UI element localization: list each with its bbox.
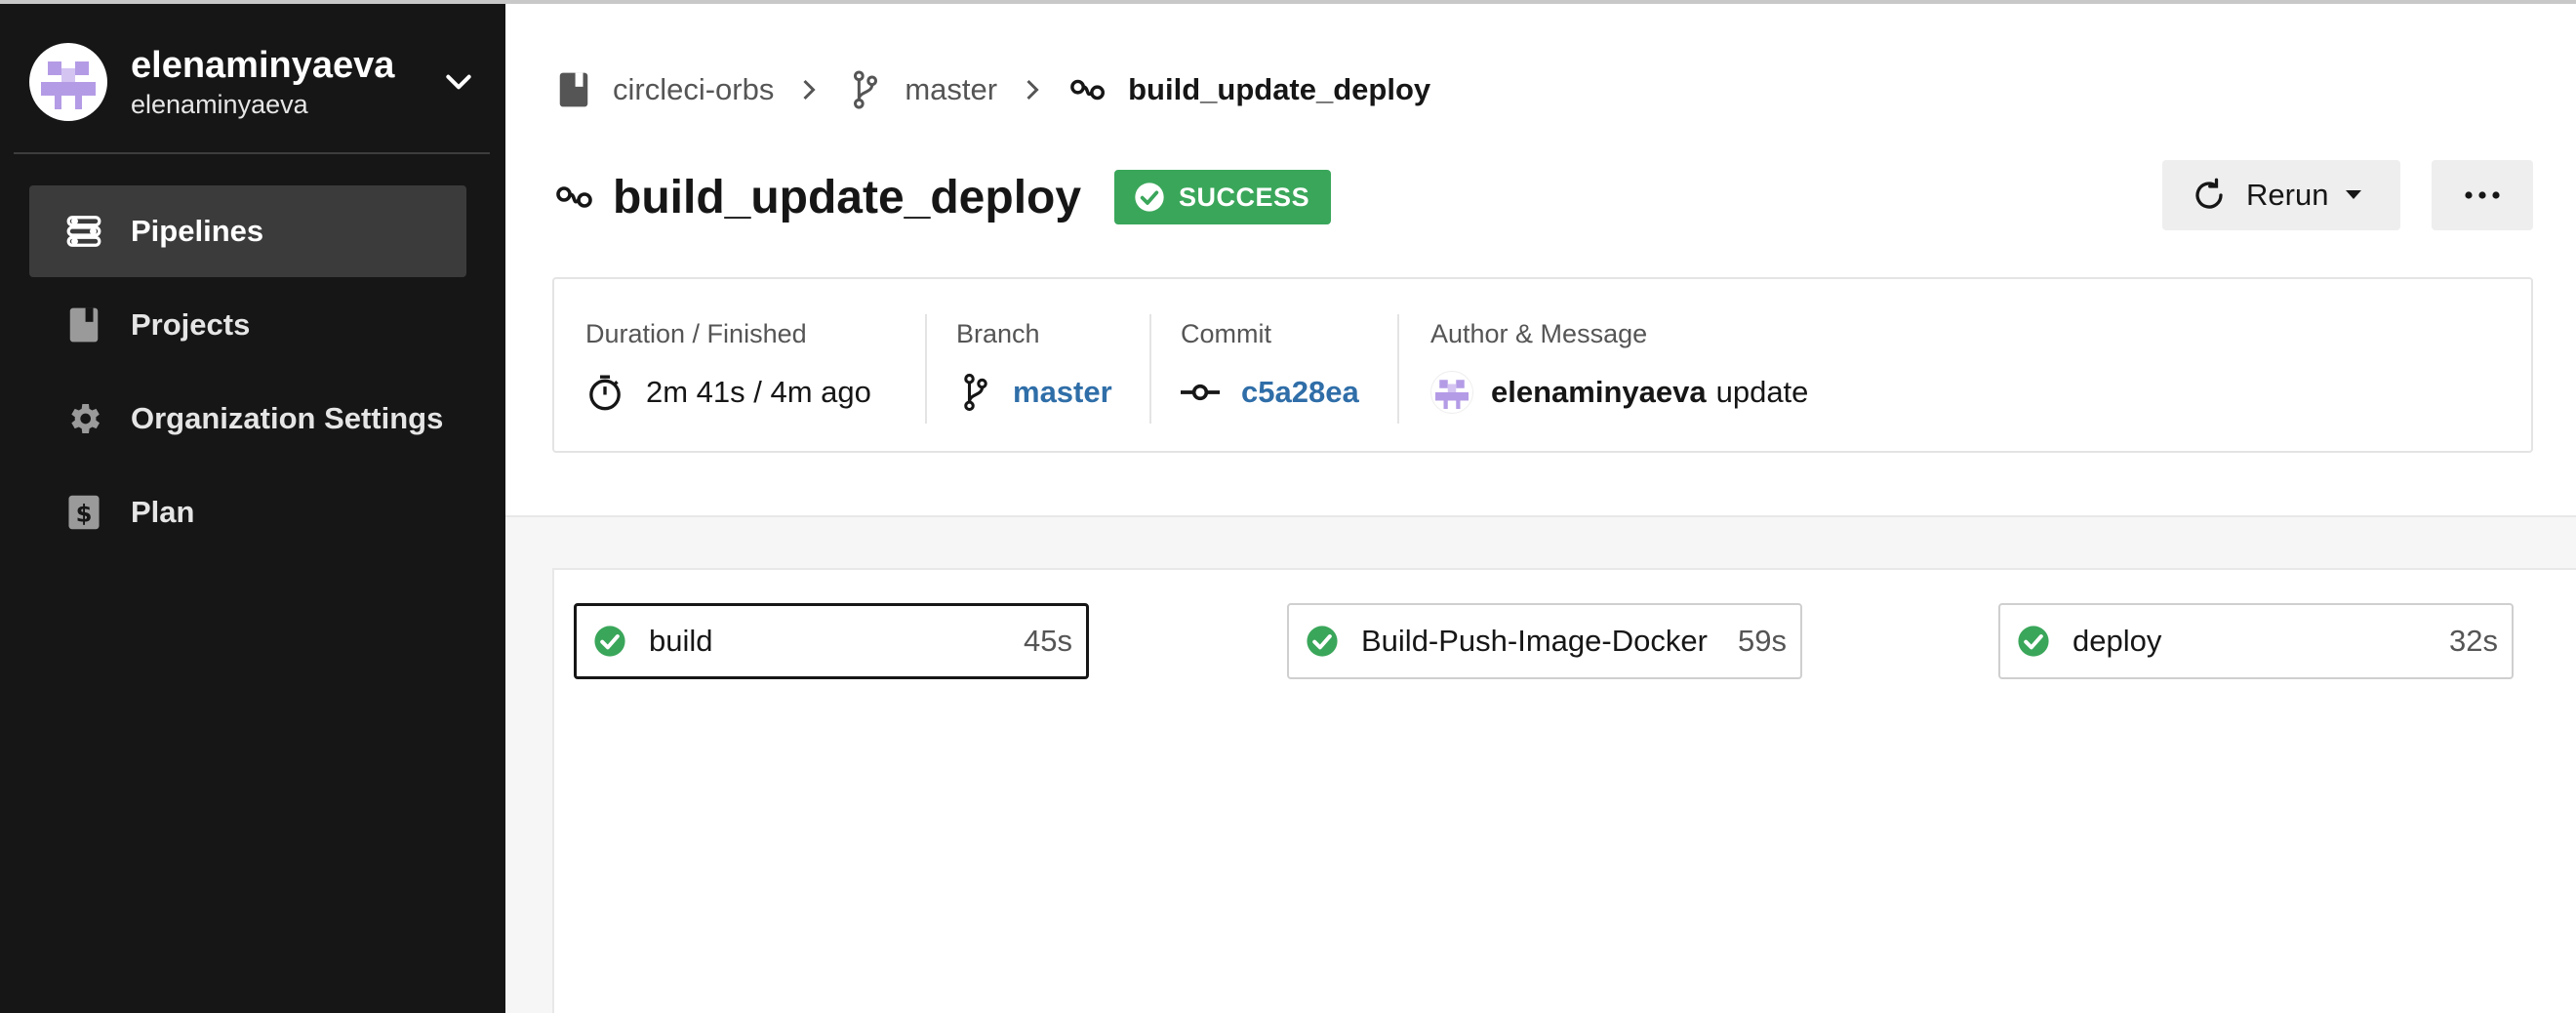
pipelines-icon: [64, 212, 103, 251]
org-switcher[interactable]: elenaminyaeva elenaminyaeva: [29, 37, 478, 127]
author-name: elenaminyaeva: [1491, 375, 1707, 409]
job-name: Build-Push-Image-Docker: [1361, 624, 1708, 658]
branch-icon: [846, 70, 885, 109]
gear-icon: [64, 399, 103, 438]
dollar-icon: $: [64, 493, 103, 532]
breadcrumb: circleci-orbs master build_update_deploy: [554, 62, 1430, 117]
branch-icon: [956, 373, 995, 412]
duration-section: Duration / Finished 2m 41s / 4m ago: [554, 279, 925, 451]
job-duration: 45s: [1024, 624, 1072, 658]
commit-icon: [1181, 373, 1220, 412]
breadcrumb-project-link[interactable]: circleci-orbs: [613, 72, 774, 107]
commit-section: Commit c5a28ea: [1149, 279, 1397, 451]
rerun-button[interactable]: Rerun: [2162, 160, 2400, 230]
commit-label: Commit: [1181, 319, 1271, 348]
ellipsis-icon: [2465, 191, 2500, 199]
sidebar: elenaminyaeva elenaminyaeva Pipelines Pr…: [0, 4, 505, 1013]
duration-label: Duration / Finished: [585, 319, 807, 348]
branch-label: Branch: [956, 319, 1040, 348]
commit-message: update: [1715, 375, 1809, 409]
sidebar-item-label: Organization Settings: [131, 401, 444, 435]
job-duration: 32s: [2449, 624, 2498, 658]
commit-link[interactable]: c5a28ea: [1241, 375, 1359, 410]
workflow-graph-area: build 45s Build-Push-Image-Docker 59s de…: [505, 515, 2576, 1013]
chevron-right-icon: [1023, 78, 1042, 101]
book-icon: [554, 70, 593, 109]
refresh-icon: [2190, 176, 2229, 215]
check-circle-icon: [1134, 182, 1165, 213]
job-name: build: [649, 624, 713, 658]
status-badge-label: SUCCESS: [1179, 182, 1310, 212]
job-name: deploy: [2073, 624, 2162, 658]
job-deploy[interactable]: deploy 32s: [1998, 603, 2514, 679]
svg-text:$: $: [76, 501, 93, 528]
sidebar-item-organization-settings[interactable]: Organization Settings: [29, 373, 466, 465]
chevron-down-icon[interactable]: [439, 62, 478, 101]
sidebar-item-label: Projects: [131, 307, 251, 342]
job-build[interactable]: build 45s: [574, 603, 1089, 679]
stopwatch-icon: [585, 373, 624, 412]
page-header: build_update_deploy SUCCESS: [554, 166, 1332, 228]
sidebar-nav: Pipelines Projects Organization Settings…: [29, 185, 466, 560]
sidebar-divider: [14, 152, 490, 154]
sidebar-item-plan[interactable]: $ Plan: [29, 466, 466, 558]
job-build-push-image-docker[interactable]: Build-Push-Image-Docker 59s: [1287, 603, 1802, 679]
breadcrumb-current-workflow: build_update_deploy: [1128, 72, 1431, 106]
page-title: build_update_deploy: [613, 171, 1082, 223]
more-options-button[interactable]: [2432, 160, 2533, 230]
org-username: elenaminyaeva: [131, 90, 308, 119]
status-badge: SUCCESS: [1114, 170, 1332, 224]
identicon-icon: [41, 61, 96, 109]
branch-link[interactable]: master: [1013, 375, 1112, 410]
job-duration: 59s: [1738, 624, 1787, 658]
author-section: Author & Message elenaminyaeva update: [1397, 279, 2531, 451]
breadcrumb-branch-link[interactable]: master: [905, 72, 997, 107]
org-avatar: [29, 43, 107, 121]
workflow-icon: [554, 176, 597, 219]
check-circle-icon: [592, 624, 627, 659]
author-label: Author & Message: [1430, 319, 1648, 348]
workflow-icon: [1069, 70, 1108, 109]
org-name: elenaminyaeva: [131, 45, 395, 86]
check-circle-icon: [1305, 624, 1340, 659]
caret-down-icon: [2344, 189, 2363, 201]
main-content: circleci-orbs master build_update_deploy: [505, 4, 2576, 1013]
book-icon: [64, 305, 103, 344]
duration-value: 2m 41s / 4m ago: [646, 375, 871, 409]
sidebar-item-pipelines[interactable]: Pipelines: [29, 185, 466, 277]
sidebar-item-label: Pipelines: [131, 214, 264, 248]
chevron-right-icon: [799, 78, 819, 101]
identicon-icon: [1435, 380, 1469, 409]
author-avatar: [1430, 371, 1473, 414]
branch-section: Branch master: [925, 279, 1149, 451]
workflow-summary: Duration / Finished 2m 41s / 4m ago Bran…: [552, 277, 2533, 453]
check-circle-icon: [2016, 624, 2051, 659]
sidebar-item-projects[interactable]: Projects: [29, 279, 466, 371]
rerun-button-label: Rerun: [2246, 178, 2329, 212]
workflow-graph: build 45s Build-Push-Image-Docker 59s de…: [552, 568, 2576, 1013]
sidebar-item-label: Plan: [131, 495, 195, 529]
